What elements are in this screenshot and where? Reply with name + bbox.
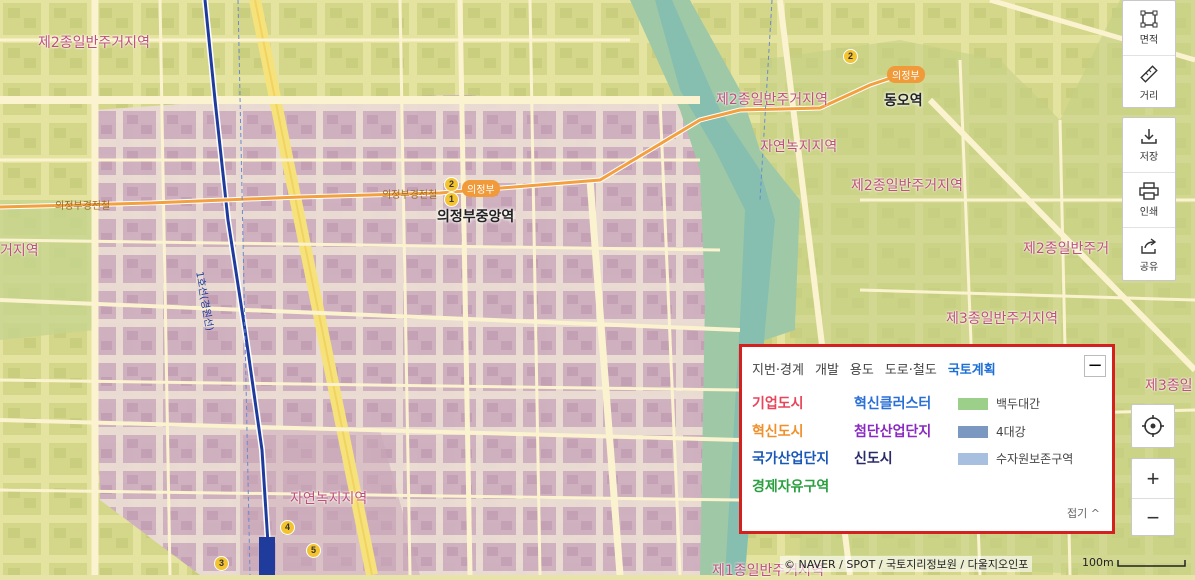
tab-land-use[interactable]: 용도 (850, 359, 874, 378)
save-label: 저장 (1139, 152, 1159, 163)
water-protection-swatch (958, 452, 988, 465)
tab-development[interactable]: 개발 (815, 359, 839, 378)
station-label[interactable]: 의정부중앙역 (437, 206, 514, 226)
tab-road-rail[interactable]: 도로·철도 (885, 359, 937, 378)
share-icon (1141, 238, 1157, 254)
zone-label: 제2종일반주거지역 (851, 178, 963, 194)
share-label: 공유 (1139, 262, 1159, 273)
legend-category: 신도시 (854, 451, 893, 467)
line-badge: 의정부 (887, 66, 925, 83)
printer-icon (1139, 182, 1159, 200)
exit-marker[interactable]: 1 (444, 192, 459, 207)
save-button[interactable]: 저장 (1123, 118, 1175, 173)
legend-swatch-label: 수자원보존구역 (996, 452, 1074, 466)
zone-label: 제3종일 (1145, 378, 1193, 394)
zone-label: 거지역 (0, 243, 39, 259)
legend-category: 국가산업단지 (752, 451, 830, 467)
crosshair-icon (1142, 415, 1164, 437)
four-rivers-swatch (958, 425, 988, 438)
legend-swatch-row: 4대강 (958, 423, 1026, 440)
download-icon (1141, 129, 1157, 144)
baekdudaegan-swatch (958, 397, 988, 410)
rail-line-label: 의정부경전철 (382, 190, 438, 201)
zoom-control: + − (1131, 458, 1175, 536)
line-badge: 의정부 (462, 180, 500, 197)
legend-tabs: 지번·경계 개발 용도 도로·철도 국토계획 (752, 359, 996, 378)
locate-button[interactable] (1131, 404, 1175, 448)
legend-swatch-row: 백두대간 (958, 395, 1040, 412)
tab-parcel-boundary[interactable]: 지번·경계 (752, 359, 804, 378)
distance-tool-button[interactable]: 거리 (1123, 56, 1175, 110)
measure-toolbar: 면적 거리 (1122, 0, 1176, 108)
tab-national-planning[interactable]: 국토계획 (948, 359, 996, 378)
area-tool-label: 면적 (1139, 35, 1159, 46)
print-label: 인쇄 (1139, 207, 1159, 218)
area-icon (1140, 10, 1158, 28)
scale-label: 100m (1082, 556, 1114, 569)
legend-swatch-label: 4대강 (996, 425, 1026, 439)
legend-category: 혁신도시 (752, 424, 804, 440)
zone-label: 제3종일반주거지역 (946, 311, 1058, 327)
share-button[interactable]: 공유 (1123, 228, 1175, 282)
legend-swatch-row: 수자원보존구역 (958, 450, 1073, 467)
legend-minimize-button[interactable]: − (1084, 355, 1106, 377)
area-tool-button[interactable]: 면적 (1123, 1, 1175, 56)
legend-category: 경제자유구역 (752, 479, 830, 495)
zone-label: 제2종일반주거 (1023, 241, 1110, 257)
legend-swatch-label: 백두대간 (996, 397, 1041, 411)
zone-label: 제2종일반주거지역 (38, 35, 150, 51)
scale-bar: 100m (1082, 556, 1187, 569)
exit-marker[interactable]: 3 (214, 556, 229, 571)
exit-marker[interactable]: 2 (843, 49, 858, 64)
zone-label: 제2종일반주거지역 (716, 92, 828, 108)
zone-label: 자연녹지지역 (760, 139, 838, 155)
map-attribution: © NAVER / SPOT / 국토지리정보원 / 다울지오인포 (780, 556, 1033, 572)
ruler-icon (1140, 65, 1158, 83)
exit-marker[interactable]: 2 (444, 177, 459, 192)
distance-tool-label: 거리 (1139, 91, 1159, 102)
print-button[interactable]: 인쇄 (1123, 173, 1175, 228)
legend-category: 기업도시 (752, 396, 804, 412)
legend-fold-button[interactable]: 접기 ^ (1067, 505, 1100, 521)
legend-category: 첨단산업단지 (854, 424, 932, 440)
zoom-out-button[interactable]: − (1132, 499, 1174, 537)
exit-marker[interactable]: 4 (280, 520, 295, 535)
minus-icon: − (1087, 355, 1103, 376)
zoom-in-button[interactable]: + (1132, 459, 1174, 499)
zone-label: 자연녹지지역 (290, 491, 368, 507)
station-label[interactable]: 동오역 (884, 90, 923, 110)
action-toolbar: 저장 인쇄 공유 (1122, 117, 1176, 281)
legend-panel: 지번·경계 개발 용도 도로·철도 국토계획 − 기업도시 혁신클러스터 혁신도… (739, 344, 1115, 534)
exit-marker[interactable]: 5 (306, 543, 321, 558)
scale-line (1117, 560, 1186, 567)
rail-line-label: 의정부경전철 (55, 201, 111, 212)
legend-category: 혁신클러스터 (854, 396, 932, 412)
